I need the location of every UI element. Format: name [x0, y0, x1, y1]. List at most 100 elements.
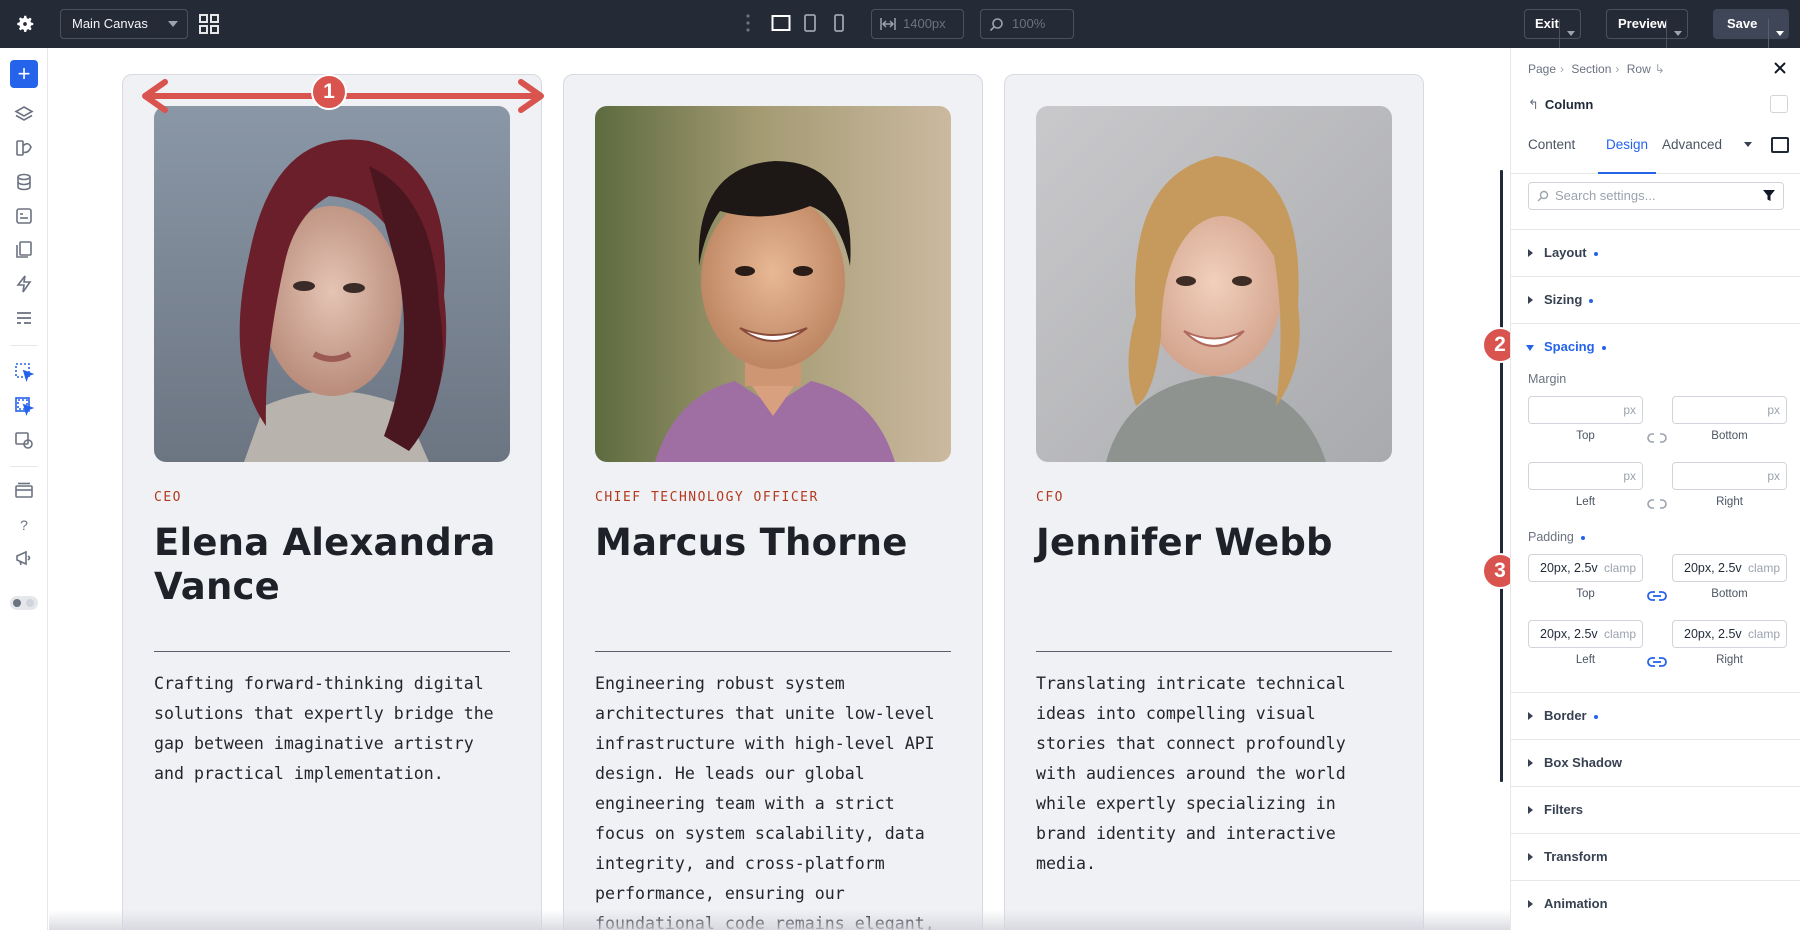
divider [1036, 651, 1392, 652]
filter-icon[interactable] [1763, 190, 1775, 202]
tablet-view-icon[interactable] [803, 14, 817, 32]
library-icon[interactable] [14, 480, 34, 500]
element-settings-icon[interactable] [1770, 95, 1788, 113]
member-role: CEO [154, 490, 182, 505]
margin-left-input[interactable]: px [1528, 462, 1643, 490]
divider [595, 651, 951, 652]
gear-icon[interactable] [14, 13, 36, 35]
margin-right-input[interactable]: px [1672, 462, 1787, 490]
padding-right-input[interactable]: 20px, 2.5v clamp [1672, 620, 1787, 648]
scrollbar[interactable] [1500, 170, 1503, 782]
section-label: Layout [1544, 245, 1587, 260]
member-role: CHIEF TECHNOLOGY OFFICER [595, 490, 819, 505]
save-menu-toggle[interactable] [1768, 19, 1790, 49]
section-filters[interactable]: Filters [1511, 786, 1800, 833]
breadcrumb-item[interactable]: Section [1571, 62, 1611, 76]
canvas-width-field[interactable]: 1400px [871, 9, 964, 39]
chevron-down-icon [168, 21, 178, 27]
save-button[interactable]: Save [1713, 9, 1789, 49]
announcement-icon[interactable] [14, 548, 34, 568]
section-label: Spacing [1544, 339, 1595, 354]
drag-handle-icon[interactable] [745, 12, 751, 34]
tab-design[interactable]: Design [1598, 134, 1657, 174]
pages-icon[interactable] [14, 138, 34, 158]
unlink-icon[interactable] [1647, 432, 1667, 444]
element-title: ↰ Column [1528, 97, 1593, 113]
padding-label-text: Padding [1528, 530, 1574, 544]
divider [10, 466, 38, 467]
select-element-icon[interactable] [14, 362, 34, 382]
team-card[interactable]: CFO Jennifer Webb Translating intricate … [1004, 74, 1424, 930]
preview-menu-toggle[interactable] [1666, 19, 1688, 49]
canvas-bottom-shadow [49, 910, 1510, 930]
unit-label: px [1765, 397, 1780, 423]
theme-builder-icon[interactable] [14, 430, 34, 450]
unlink-icon[interactable] [1647, 498, 1667, 510]
section-animation[interactable]: Animation [1511, 880, 1800, 927]
padding-right-caption: Right [1716, 654, 1743, 666]
padding-bottom-caption: Bottom [1711, 588, 1748, 600]
zoom-field[interactable]: 100% [980, 9, 1074, 39]
section-label: Filters [1544, 802, 1584, 817]
mode-toggle[interactable] [10, 596, 38, 610]
section-transform[interactable]: Transform [1511, 833, 1800, 880]
unit-label: px [1621, 397, 1636, 423]
width-arrows-icon [880, 18, 896, 30]
member-role: CFO [1036, 490, 1064, 505]
settings-search-input[interactable]: Search settings... [1528, 182, 1784, 210]
tab-advanced[interactable]: Advanced [1662, 134, 1722, 174]
unit-label: clamp [1601, 555, 1636, 581]
canvas-select[interactable]: Main Canvas [60, 9, 188, 39]
caret-right-icon [1528, 759, 1533, 767]
section-label: Sizing [1544, 292, 1583, 307]
section-border[interactable]: Border [1511, 692, 1800, 739]
section-sizing[interactable]: Sizing [1511, 276, 1800, 323]
zoom-icon [989, 18, 1003, 32]
forms-icon[interactable] [14, 206, 34, 226]
add-element-button[interactable]: + [10, 60, 38, 88]
section-label: Box Shadow [1544, 755, 1623, 770]
padding-left-input[interactable]: 20px, 2.5v clamp [1528, 620, 1643, 648]
team-card[interactable]: CHIEF TECHNOLOGY OFFICER Marcus Thorne E… [563, 74, 983, 930]
close-icon[interactable] [1772, 60, 1788, 76]
link-icon[interactable] [1647, 590, 1667, 602]
unit-label: clamp [1601, 621, 1636, 647]
grid-icon[interactable] [198, 13, 220, 35]
tab-content[interactable]: Content [1528, 134, 1575, 174]
chevron-down-icon[interactable] [1744, 142, 1752, 147]
link-icon[interactable] [1647, 656, 1667, 668]
margin-right-caption: Right [1716, 496, 1743, 508]
section-layout[interactable]: Layout [1511, 229, 1800, 276]
section-label: Border [1544, 708, 1587, 723]
preview-button[interactable]: Preview [1606, 9, 1688, 49]
exit-label: Exit [1535, 16, 1559, 31]
preset-box-icon[interactable] [1771, 137, 1789, 153]
layers-icon[interactable] [14, 104, 34, 124]
margin-bottom-input[interactable]: px [1672, 396, 1787, 424]
list-icon[interactable] [14, 308, 34, 328]
margin-label: Margin [1528, 372, 1567, 386]
margin-top-input[interactable]: px [1528, 396, 1643, 424]
section-box-shadow[interactable]: Box Shadow [1511, 739, 1800, 786]
padding-bottom-input[interactable]: 20px, 2.5v clamp [1672, 554, 1787, 582]
help-icon[interactable]: ? [14, 515, 34, 535]
database-icon[interactable] [14, 172, 34, 192]
breadcrumb-item[interactable]: Row [1627, 62, 1651, 76]
breadcrumb-item[interactable]: Page [1528, 62, 1556, 76]
padding-top-input[interactable]: 20px, 2.5v clamp [1528, 554, 1643, 582]
chevron-down-icon [1776, 31, 1784, 36]
member-name: Jennifer Webb [1036, 521, 1333, 564]
phone-view-icon[interactable] [833, 14, 845, 32]
section-label: Animation [1544, 896, 1608, 911]
chevron-down-icon [1674, 31, 1682, 36]
duplicate-pages-icon[interactable] [14, 240, 34, 260]
exit-menu-toggle[interactable] [1559, 19, 1581, 49]
desktop-view-icon[interactable] [771, 14, 791, 32]
back-arrow-icon[interactable]: ↰ [1528, 97, 1539, 112]
section-spacing[interactable]: Spacing [1511, 323, 1800, 370]
lightning-icon[interactable] [14, 274, 34, 294]
exit-button[interactable]: Exit [1524, 9, 1581, 49]
team-card[interactable]: CEO Elena Alexandra Vance Crafting forwa… [122, 74, 542, 930]
member-bio: Translating intricate technical ideas in… [1036, 674, 1346, 873]
select-multiple-icon[interactable] [14, 396, 34, 416]
